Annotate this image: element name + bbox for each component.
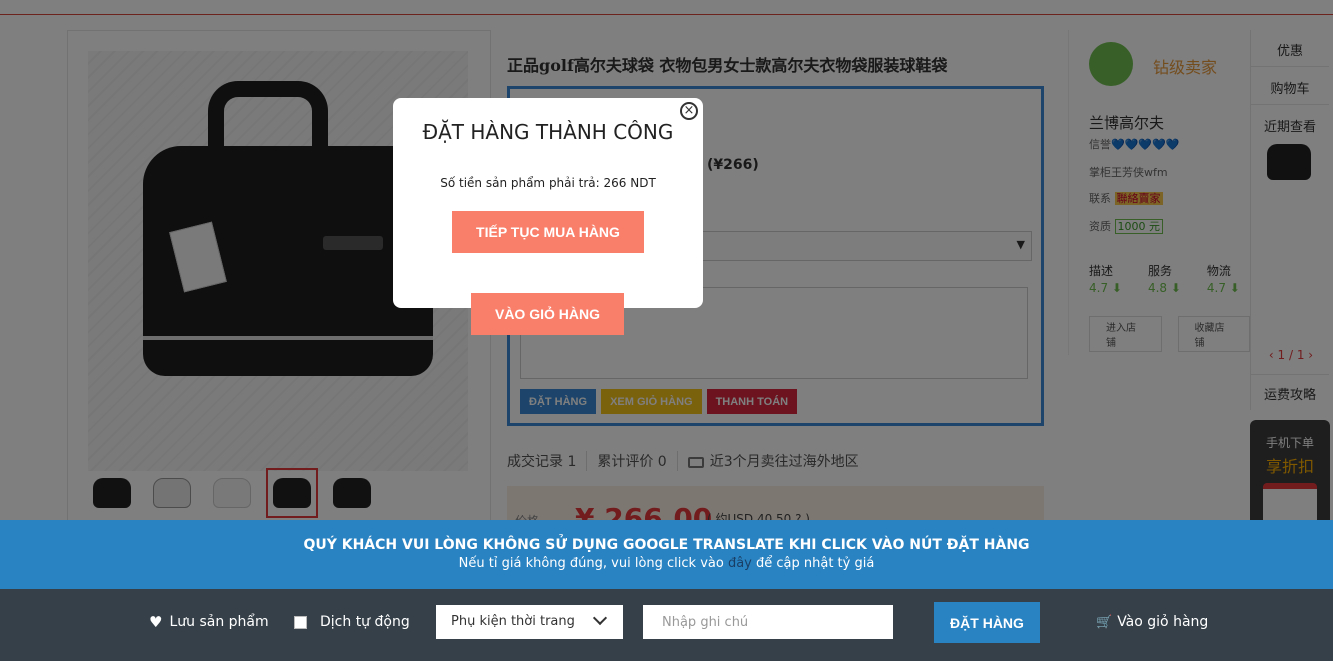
category-selected-value: Phụ kiện thời trang <box>451 614 575 629</box>
exchange-rate-update-link[interactable]: đây <box>728 556 752 571</box>
heart-icon: ♥ <box>149 612 163 631</box>
note-input[interactable] <box>643 605 893 639</box>
go-to-cart-button[interactable]: VÀO GIỎ HÀNG <box>471 293 624 335</box>
modal-amount: Số tiền sản phẩm phải trả: 266 NDT <box>440 176 656 190</box>
close-icon[interactable]: × <box>680 102 698 120</box>
bottom-action-bar: ♥ Lưu sản phẩm Dịch tự động Phụ kiện thờ… <box>0 589 1333 661</box>
translate-notice-banner: QUÝ KHÁCH VUI LÒNG KHÔNG SỬ DỤNG GOOGLE … <box>0 520 1333 589</box>
place-order-button[interactable]: ĐẶT HÀNG <box>934 602 1040 643</box>
notice-subtitle: Nếu tỉ giá không đúng, vui lòng click và… <box>0 556 1333 571</box>
auto-translate-toggle[interactable]: Dịch tự động <box>294 614 410 630</box>
add-to-cart-link[interactable]: 🛒 Vào giỏ hàng <box>1096 614 1208 630</box>
save-product-label: Lưu sản phẩm <box>169 614 269 630</box>
add-to-cart-label: Vào giỏ hàng <box>1117 614 1209 630</box>
notice-title: QUÝ KHÁCH VUI LÒNG KHÔNG SỬ DỤNG GOOGLE … <box>303 537 1030 553</box>
save-product-button[interactable]: ♥ Lưu sản phẩm <box>149 614 269 630</box>
modal-title: ĐẶT HÀNG THÀNH CÔNG <box>422 120 674 144</box>
order-success-modal: × ĐẶT HÀNG THÀNH CÔNG Số tiền sản phẩm p… <box>393 98 703 308</box>
auto-translate-checkbox[interactable] <box>294 615 307 629</box>
cart-icon: 🛒 <box>1096 614 1113 630</box>
continue-shopping-button[interactable]: TIẾP TỤC MUA HÀNG <box>452 211 644 253</box>
notice-sub-before: Nếu tỉ giá không đúng, vui lòng click và… <box>458 556 728 571</box>
auto-translate-label: Dịch tự động <box>320 614 410 630</box>
category-select[interactable]: Phụ kiện thời trang <box>436 605 623 639</box>
notice-sub-after: để cập nhật tỷ giá <box>751 556 875 571</box>
chevron-down-icon <box>592 610 608 626</box>
